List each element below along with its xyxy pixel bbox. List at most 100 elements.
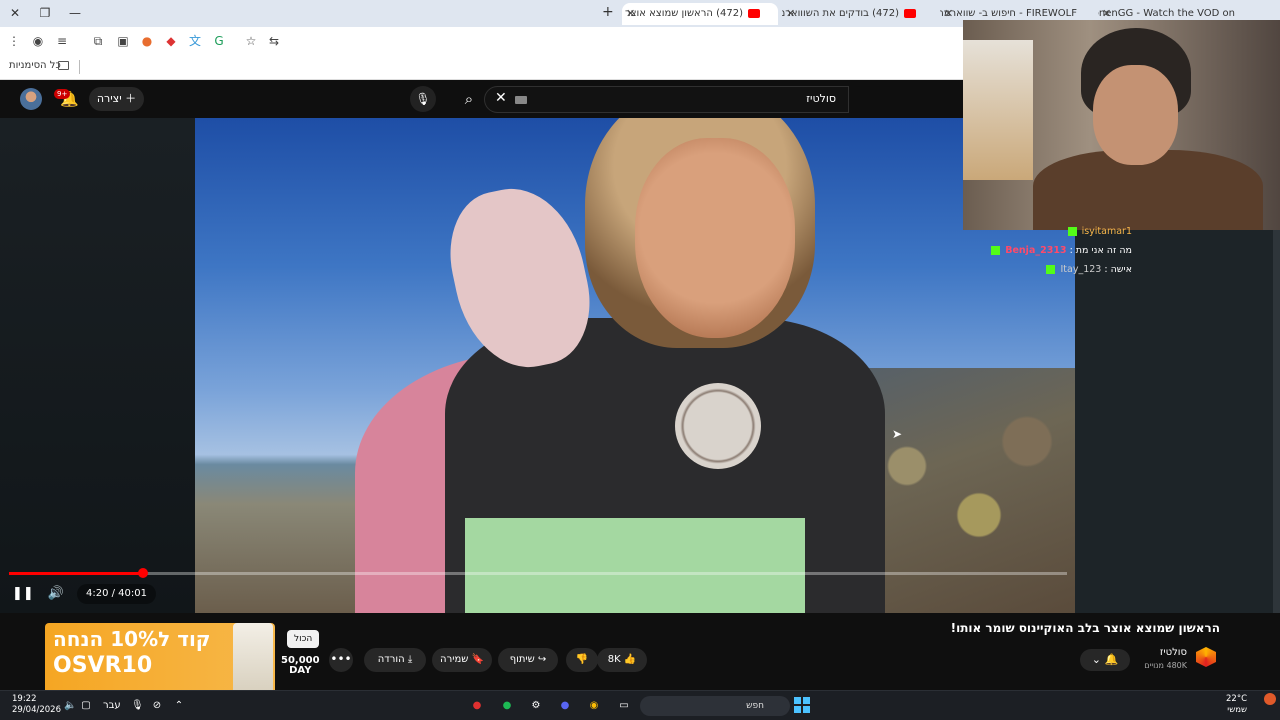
app-icon[interactable]: ●: [468, 696, 486, 716]
extension-icon[interactable]: ▣: [115, 33, 131, 49]
progress-fill: [9, 572, 144, 575]
face: [635, 138, 795, 338]
kick-icon: [991, 246, 1001, 255]
search-icon[interactable]: ⌕: [457, 87, 481, 111]
mute-icon[interactable]: ⊘: [151, 696, 163, 716]
cast-icon[interactable]: ⇆: [266, 33, 282, 49]
browser-toolbar: ⋮ ◉ ≡ ⧉ ▣ ● ◆ 文 G ☆ ⇆: [0, 27, 963, 55]
video-info: הראשון שמוצא אוצר בלב האוקיינוס שומר אות…: [0, 613, 1280, 695]
translate-icon[interactable]: 文: [187, 33, 203, 49]
thumbs-down-icon: 👎: [575, 654, 589, 665]
share-button[interactable]: שיתוף ↪: [498, 648, 558, 672]
streamer-webcam: [963, 20, 1280, 230]
bookmarks-bar: כל הסימניות: [0, 55, 963, 80]
more-options-button[interactable]: •••: [329, 648, 353, 672]
chevron-up-icon[interactable]: ⌃: [173, 696, 185, 716]
sale-badge: 50,000 DAY: [281, 655, 320, 676]
all-bookmarks-link[interactable]: כל הסימניות: [9, 60, 61, 71]
kick-icon: [1067, 227, 1077, 236]
avatar[interactable]: [20, 88, 42, 110]
youtube-icon: [748, 8, 760, 18]
pause-icon[interactable]: ❚❚: [12, 585, 34, 603]
streamer-face: [1093, 65, 1178, 165]
weather-widget[interactable]: 22°C שמשי: [1226, 694, 1247, 716]
spotify-icon[interactable]: ●: [498, 696, 516, 716]
search-input[interactable]: ✕ סולטיז: [484, 86, 849, 113]
speaker-icon[interactable]: 🔈: [64, 696, 76, 716]
scrollbar[interactable]: [1273, 230, 1280, 613]
bookmark-icon: 🔖: [471, 654, 484, 665]
plus-icon: ＋: [125, 92, 137, 105]
grammarly-icon[interactable]: G: [211, 33, 227, 49]
network-icon[interactable]: ▢: [80, 696, 92, 716]
divider: [79, 60, 80, 74]
green-shirt: [465, 518, 805, 613]
folder-icon: [58, 61, 69, 70]
ad-banner[interactable]: קוד ל10% הנחה OSVR10: [45, 623, 275, 695]
subscriber-count: 480K מנויים: [1144, 661, 1187, 670]
wall-art: [963, 40, 1033, 180]
dislike-button[interactable]: 👎: [566, 648, 598, 672]
video-letterbox: [0, 118, 195, 613]
extension-icon[interactable]: ◆: [163, 33, 179, 49]
taskbar-search[interactable]: חפש: [640, 696, 790, 716]
download-button[interactable]: הורדה ⤓: [364, 648, 426, 672]
steam-icon[interactable]: ⚙: [527, 696, 545, 716]
youtube-header: 🔔 9+ יצירה ＋ 🎙 ⌕ ✕ סולטיז: [0, 80, 963, 118]
download-icon: ⤓: [407, 654, 413, 665]
chat-message: אישה : Itay_123: [972, 264, 1132, 275]
ad-code: OSVR10: [53, 653, 153, 678]
thumbs-up-icon: 👍: [623, 654, 637, 665]
tab-close-icon[interactable]: ✕: [626, 3, 635, 25]
stream-side-panel: [1075, 230, 1273, 613]
minimize-window-icon[interactable]: —: [65, 4, 85, 22]
keyboard-icon[interactable]: [515, 96, 527, 104]
tab-close-icon[interactable]: ✕: [786, 3, 795, 25]
tab-close-icon[interactable]: ✕: [944, 3, 953, 25]
video-frame[interactable]: [195, 118, 1075, 613]
puzzle-icon[interactable]: ⧉: [90, 33, 106, 49]
file-explorer-icon[interactable]: ▭: [615, 696, 633, 716]
new-tab-button[interactable]: +: [602, 4, 614, 20]
restore-window-icon[interactable]: ❐: [35, 4, 55, 22]
video-title: הראשון שמוצא אוצר בלב האוקיינוס שומר אות…: [950, 621, 1220, 635]
volume-icon[interactable]: 🔊: [47, 585, 65, 603]
menu-icon[interactable]: ⋮: [6, 33, 22, 49]
clock[interactable]: 19:22 29/04/2026: [12, 694, 61, 716]
perfume-bottle: [233, 623, 273, 695]
channel-logo[interactable]: [1196, 647, 1216, 667]
save-button[interactable]: שמירה 🔖: [432, 648, 492, 672]
tab-active[interactable]: ✕ (472) הראשון שמוצא אוצר ב: [622, 3, 778, 25]
star-icon[interactable]: ☆: [243, 33, 259, 49]
time-display: 4:20 / 40:01: [77, 584, 157, 604]
mouse-cursor-icon: ➤: [892, 427, 903, 441]
create-button[interactable]: יצירה ＋: [89, 87, 144, 111]
microphone-icon[interactable]: 🎙: [410, 86, 436, 112]
channel-name[interactable]: סולטיז: [1160, 647, 1187, 658]
windows-taskbar: 19:22 29/04/2026 🔈 ▢ עבר 🎙 ⊘ ⌃ ● ● ⚙ ● ◉…: [0, 690, 1280, 720]
video-player[interactable]: ➤: [0, 118, 1075, 613]
like-button[interactable]: 8K 👍: [597, 648, 647, 672]
windows-start-icon[interactable]: [794, 697, 810, 713]
youtube-icon: [904, 8, 916, 18]
close-window-icon[interactable]: ✕: [5, 4, 25, 22]
profile-icon[interactable]: ◉: [30, 33, 46, 49]
language-indicator[interactable]: עבר: [103, 696, 121, 716]
notification-badge: 9+: [54, 89, 71, 99]
clear-icon[interactable]: ✕: [495, 90, 507, 106]
extension-icon[interactable]: ≡: [54, 33, 70, 49]
vest-patch: [675, 383, 761, 469]
microphone-icon[interactable]: 🎙: [131, 696, 144, 716]
chrome-icon[interactable]: ◉: [585, 696, 603, 716]
tab[interactable]: ✕ (472) בודקים את השוווארמות הכ: [782, 3, 934, 25]
subscribed-bell-button[interactable]: ⌄ 🔔: [1080, 649, 1130, 671]
chat-message: מה זה אני מת : Benja_2313: [972, 245, 1132, 256]
share-icon: ↪: [537, 654, 547, 665]
chat-message: isyitamar1: [972, 226, 1132, 237]
search-value: סולטיז: [806, 92, 836, 105]
progress-bar[interactable]: [9, 568, 1067, 578]
discord-icon[interactable]: ●: [556, 696, 574, 716]
filter-chip-all[interactable]: הכול: [287, 630, 320, 648]
extension-icon[interactable]: ●: [139, 33, 155, 49]
weather-icon: [1264, 693, 1276, 705]
